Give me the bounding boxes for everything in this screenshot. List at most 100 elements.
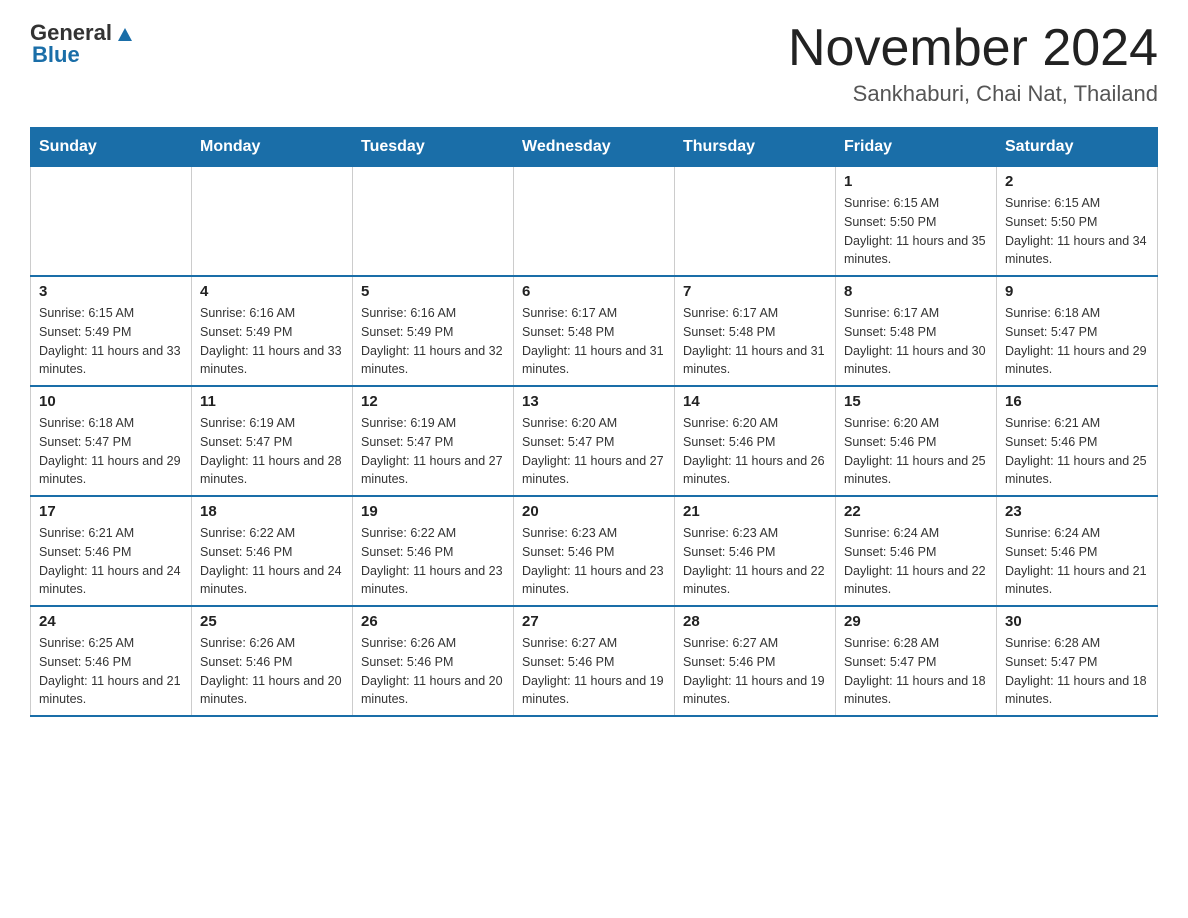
day-number: 26 [361,613,505,630]
day-number: 7 [683,283,827,300]
day-number: 13 [522,393,666,410]
day-number: 6 [522,283,666,300]
day-number: 1 [844,173,988,190]
day-info: Sunrise: 6:25 AM Sunset: 5:46 PM Dayligh… [39,634,183,709]
location-title: Sankhaburi, Chai Nat, Thailand [788,81,1158,107]
day-number: 9 [1005,283,1149,300]
day-number: 8 [844,283,988,300]
day-info: Sunrise: 6:27 AM Sunset: 5:46 PM Dayligh… [683,634,827,709]
calendar-cell: 10Sunrise: 6:18 AM Sunset: 5:47 PM Dayli… [31,386,192,496]
day-info: Sunrise: 6:19 AM Sunset: 5:47 PM Dayligh… [200,414,344,489]
calendar-cell: 11 Sunrise: 6:19 AM Sunset: 5:47 PM Dayli… [192,386,353,496]
calendar-cell: 2 Sunrise: 6:15 AM Sunset: 5:50 PM Daylig… [997,167,1158,277]
col-header-sunday: Sunday [31,128,192,167]
day-number: 18 [200,503,344,520]
day-info: Sunrise: 6:27 AM Sunset: 5:46 PM Dayligh… [522,634,666,709]
day-number: 22 [844,503,988,520]
calendar-cell: 14Sunrise: 6:20 AM Sunset: 5:46 PM Dayli… [675,386,836,496]
calendar-cell: 30 Sunrise: 6:28 AM Sunset: 5:47 PM Dayli… [997,606,1158,716]
day-number: 25 [200,613,344,630]
calendar-cell: 22 Sunrise: 6:24 AM Sunset: 5:46 PM Dayli… [836,496,997,606]
calendar-cell [192,167,353,277]
day-info: Sunrise: 6:23 AM Sunset: 5:46 PM Dayligh… [683,524,827,599]
day-info: Sunrise: 6:21 AM Sunset: 5:46 PM Dayligh… [1005,414,1149,489]
calendar-cell: 4 Sunrise: 6:16 AM Sunset: 5:49 PM Daylig… [192,276,353,386]
calendar-cell: 6 Sunrise: 6:17 AM Sunset: 5:48 PM Daylig… [514,276,675,386]
day-number: 27 [522,613,666,630]
calendar-cell: 27 Sunrise: 6:27 AM Sunset: 5:46 PM Dayli… [514,606,675,716]
calendar-cell [514,167,675,277]
calendar-cell [675,167,836,277]
calendar-cell: 19 Sunrise: 6:22 AM Sunset: 5:46 PM Dayli… [353,496,514,606]
day-number: 15 [844,393,988,410]
calendar-cell: 16 Sunrise: 6:21 AM Sunset: 5:46 PM Dayli… [997,386,1158,496]
day-info: Sunrise: 6:26 AM Sunset: 5:46 PM Dayligh… [361,634,505,709]
day-info: Sunrise: 6:23 AM Sunset: 5:46 PM Dayligh… [522,524,666,599]
calendar-cell: 28Sunrise: 6:27 AM Sunset: 5:46 PM Dayli… [675,606,836,716]
logo: General Blue [30,20,136,68]
calendar-cell: 26 Sunrise: 6:26 AM Sunset: 5:46 PM Dayli… [353,606,514,716]
day-info: Sunrise: 6:17 AM Sunset: 5:48 PM Dayligh… [844,304,988,379]
day-number: 4 [200,283,344,300]
day-info: Sunrise: 6:28 AM Sunset: 5:47 PM Dayligh… [1005,634,1149,709]
day-info: Sunrise: 6:16 AM Sunset: 5:49 PM Dayligh… [361,304,505,379]
col-header-thursday: Thursday [675,128,836,167]
col-header-wednesday: Wednesday [514,128,675,167]
calendar-table: SundayMondayTuesdayWednesdayThursdayFrid… [30,127,1158,717]
day-info: Sunrise: 6:15 AM Sunset: 5:49 PM Dayligh… [39,304,183,379]
calendar-cell: 25 Sunrise: 6:26 AM Sunset: 5:46 PM Dayli… [192,606,353,716]
day-info: Sunrise: 6:22 AM Sunset: 5:46 PM Dayligh… [200,524,344,599]
day-number: 21 [683,503,827,520]
calendar-cell: 24 Sunrise: 6:25 AM Sunset: 5:46 PM Dayli… [31,606,192,716]
logo-triangle-icon [114,23,136,45]
day-number: 5 [361,283,505,300]
day-info: Sunrise: 6:18 AM Sunset: 5:47 PM Dayligh… [1005,304,1149,379]
col-header-friday: Friday [836,128,997,167]
day-info: Sunrise: 6:20 AM Sunset: 5:46 PM Dayligh… [844,414,988,489]
day-info: Sunrise: 6:21 AM Sunset: 5:46 PM Dayligh… [39,524,183,599]
calendar-cell: 8 Sunrise: 6:17 AM Sunset: 5:48 PM Daylig… [836,276,997,386]
calendar-cell: 21 Sunrise: 6:23 AM Sunset: 5:46 PM Dayli… [675,496,836,606]
day-info: Sunrise: 6:16 AM Sunset: 5:49 PM Dayligh… [200,304,344,379]
month-title: November 2024 [788,20,1158,77]
day-info: Sunrise: 6:17 AM Sunset: 5:48 PM Dayligh… [522,304,666,379]
day-info: Sunrise: 6:22 AM Sunset: 5:46 PM Dayligh… [361,524,505,599]
day-number: 23 [1005,503,1149,520]
day-number: 2 [1005,173,1149,190]
day-number: 14 [683,393,827,410]
day-info: Sunrise: 6:24 AM Sunset: 5:46 PM Dayligh… [844,524,988,599]
day-number: 11 [200,393,344,410]
day-info: Sunrise: 6:24 AM Sunset: 5:46 PM Dayligh… [1005,524,1149,599]
day-number: 20 [522,503,666,520]
day-number: 19 [361,503,505,520]
calendar-cell: 23 Sunrise: 6:24 AM Sunset: 5:46 PM Dayli… [997,496,1158,606]
calendar-cell: 7 Sunrise: 6:17 AM Sunset: 5:48 PM Daylig… [675,276,836,386]
calendar-cell: 12Sunrise: 6:19 AM Sunset: 5:47 PM Dayli… [353,386,514,496]
calendar-header-row: SundayMondayTuesdayWednesdayThursdayFrid… [31,128,1158,167]
logo-blue-text: Blue [32,42,80,68]
title-block: November 2024 Sankhaburi, Chai Nat, Thai… [788,20,1158,107]
day-number: 16 [1005,393,1149,410]
day-info: Sunrise: 6:26 AM Sunset: 5:46 PM Dayligh… [200,634,344,709]
day-number: 30 [1005,613,1149,630]
calendar-cell [31,167,192,277]
calendar-cell [353,167,514,277]
calendar-cell: 1 Sunrise: 6:15 AM Sunset: 5:50 PM Daylig… [836,167,997,277]
calendar-cell: 3Sunrise: 6:15 AM Sunset: 5:49 PM Daylig… [31,276,192,386]
calendar-cell: 29Sunrise: 6:28 AM Sunset: 5:47 PM Dayli… [836,606,997,716]
day-info: Sunrise: 6:19 AM Sunset: 5:47 PM Dayligh… [361,414,505,489]
day-info: Sunrise: 6:20 AM Sunset: 5:47 PM Dayligh… [522,414,666,489]
day-info: Sunrise: 6:28 AM Sunset: 5:47 PM Dayligh… [844,634,988,709]
calendar-cell: 13 Sunrise: 6:20 AM Sunset: 5:47 PM Dayli… [514,386,675,496]
day-info: Sunrise: 6:17 AM Sunset: 5:48 PM Dayligh… [683,304,827,379]
day-info: Sunrise: 6:15 AM Sunset: 5:50 PM Dayligh… [1005,194,1149,269]
page-header: General Blue November 2024 Sankhaburi, C… [30,20,1158,107]
calendar-cell: 17Sunrise: 6:21 AM Sunset: 5:46 PM Dayli… [31,496,192,606]
calendar-cell: 18 Sunrise: 6:22 AM Sunset: 5:46 PM Dayli… [192,496,353,606]
day-info: Sunrise: 6:15 AM Sunset: 5:50 PM Dayligh… [844,194,988,269]
calendar-cell: 20 Sunrise: 6:23 AM Sunset: 5:46 PM Dayli… [514,496,675,606]
week-row-5: 24 Sunrise: 6:25 AM Sunset: 5:46 PM Dayli… [31,606,1158,716]
week-row-1: 1 Sunrise: 6:15 AM Sunset: 5:50 PM Daylig… [31,167,1158,277]
day-info: Sunrise: 6:18 AM Sunset: 5:47 PM Dayligh… [39,414,183,489]
day-number: 24 [39,613,183,630]
